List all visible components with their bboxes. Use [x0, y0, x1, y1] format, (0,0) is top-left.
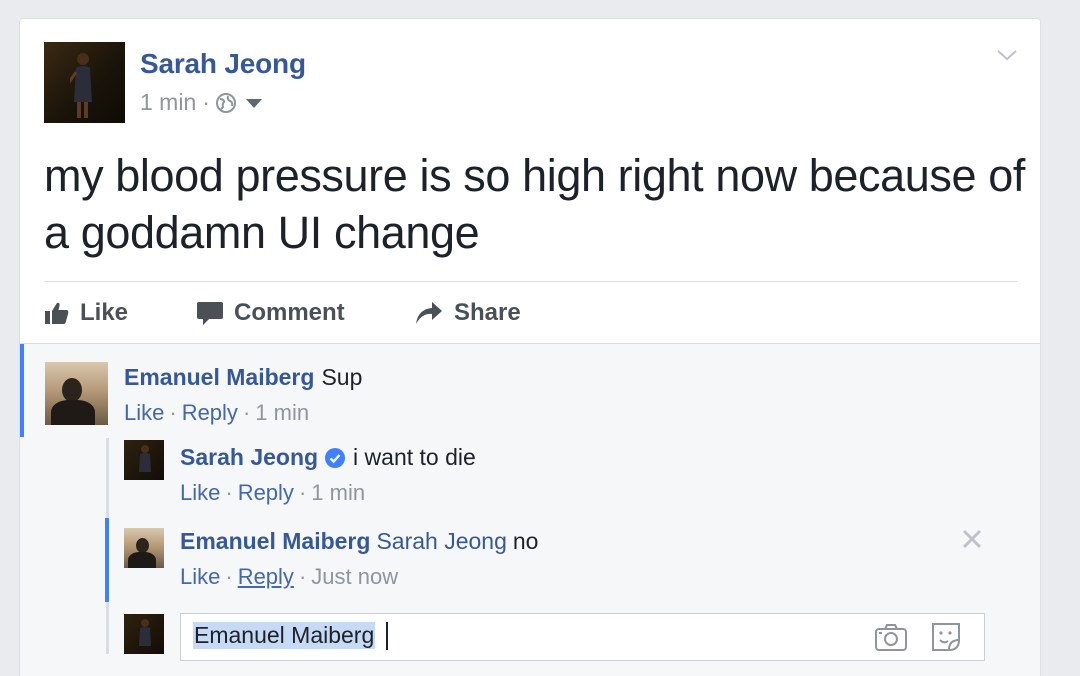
comment-author[interactable]: Emanuel Maiberg: [124, 364, 314, 391]
active-thread-indicator: [20, 344, 24, 437]
comments-section: Emanuel Maiberg Sup Like · Reply · 1 min Sar…: [20, 343, 1040, 676]
globe-icon[interactable]: [215, 92, 236, 113]
comment-reply-link[interactable]: Reply: [182, 400, 238, 425]
avatar-figure: [139, 619, 151, 646]
current-user-avatar[interactable]: [124, 614, 164, 654]
reply-like-link[interactable]: Like: [180, 480, 220, 505]
avatar-figure: [139, 445, 151, 472]
reply-meta: Like · Reply · 1 min: [180, 480, 366, 505]
like-button[interactable]: Like: [44, 299, 196, 327]
reply-author[interactable]: Emanuel Maiberg: [180, 528, 370, 555]
meta-separator: ·: [202, 89, 210, 115]
comment-text: Sup: [321, 364, 363, 390]
share-label: Share: [454, 299, 521, 326]
post-text: my blood pressure is so high right now b…: [44, 150, 1025, 258]
sticker-icon[interactable]: [929, 620, 963, 654]
comment-label: Comment: [234, 299, 345, 326]
reply-avatar[interactable]: [124, 528, 164, 568]
text-cursor: [386, 622, 388, 650]
post-card: Sarah Jeong 1 min · my blood pressure is…: [19, 18, 1041, 676]
active-reply-indicator: [105, 518, 109, 602]
comment-avatar[interactable]: [45, 362, 108, 425]
reply-time[interactable]: 1 min: [311, 480, 365, 505]
post-meta: 1 min ·: [140, 89, 262, 116]
reply-reply-link[interactable]: Reply: [238, 480, 294, 505]
close-icon[interactable]: [961, 528, 983, 550]
reply-mention[interactable]: Sarah Jeong: [376, 528, 506, 555]
post-author-name[interactable]: Sarah Jeong: [140, 48, 306, 80]
reply-line: Sarah Jeong i want to die: [180, 444, 476, 471]
reply-input-value: Emanuel Maiberg: [193, 622, 376, 649]
post-divider: [44, 281, 1017, 282]
author-avatar[interactable]: [44, 42, 125, 123]
reply-text: i want to die: [353, 444, 476, 470]
privacy-dropdown-caret-icon[interactable]: [245, 99, 262, 108]
share-button[interactable]: Share: [414, 299, 521, 327]
comment-meta: Like · Reply · 1 min: [124, 400, 310, 425]
like-label: Like: [80, 299, 129, 326]
reply-input[interactable]: Emanuel Maiberg: [180, 613, 985, 661]
verified-badge-icon: [325, 447, 346, 468]
reply-reply-link[interactable]: Reply: [238, 564, 294, 589]
comment-bubble-icon: [197, 302, 223, 325]
camera-icon[interactable]: [874, 622, 908, 652]
reply-like-link[interactable]: Like: [180, 564, 220, 589]
reply-author[interactable]: Sarah Jeong: [180, 444, 318, 471]
reply-line: Emanuel Maiberg Sarah Jeong no: [180, 528, 538, 555]
reply-meta: Like · Reply · Just now: [180, 564, 399, 589]
comment-time[interactable]: 1 min: [255, 400, 309, 425]
reply-time[interactable]: Just now: [311, 564, 398, 589]
avatar-figure: [70, 53, 92, 118]
comment-button[interactable]: Comment: [196, 299, 414, 327]
thumbs-up-icon: [45, 302, 69, 324]
comment-like-link[interactable]: Like: [124, 400, 164, 425]
share-arrow-icon: [416, 302, 442, 324]
post-actions-bar: Like Comment Share: [44, 291, 521, 335]
post-timestamp[interactable]: 1 min: [140, 89, 196, 116]
post-options-chevron-icon[interactable]: [996, 48, 1018, 62]
comment-line: Emanuel Maiberg Sup: [124, 364, 362, 391]
reply-avatar[interactable]: [124, 440, 164, 480]
reply-text: no: [512, 528, 539, 554]
